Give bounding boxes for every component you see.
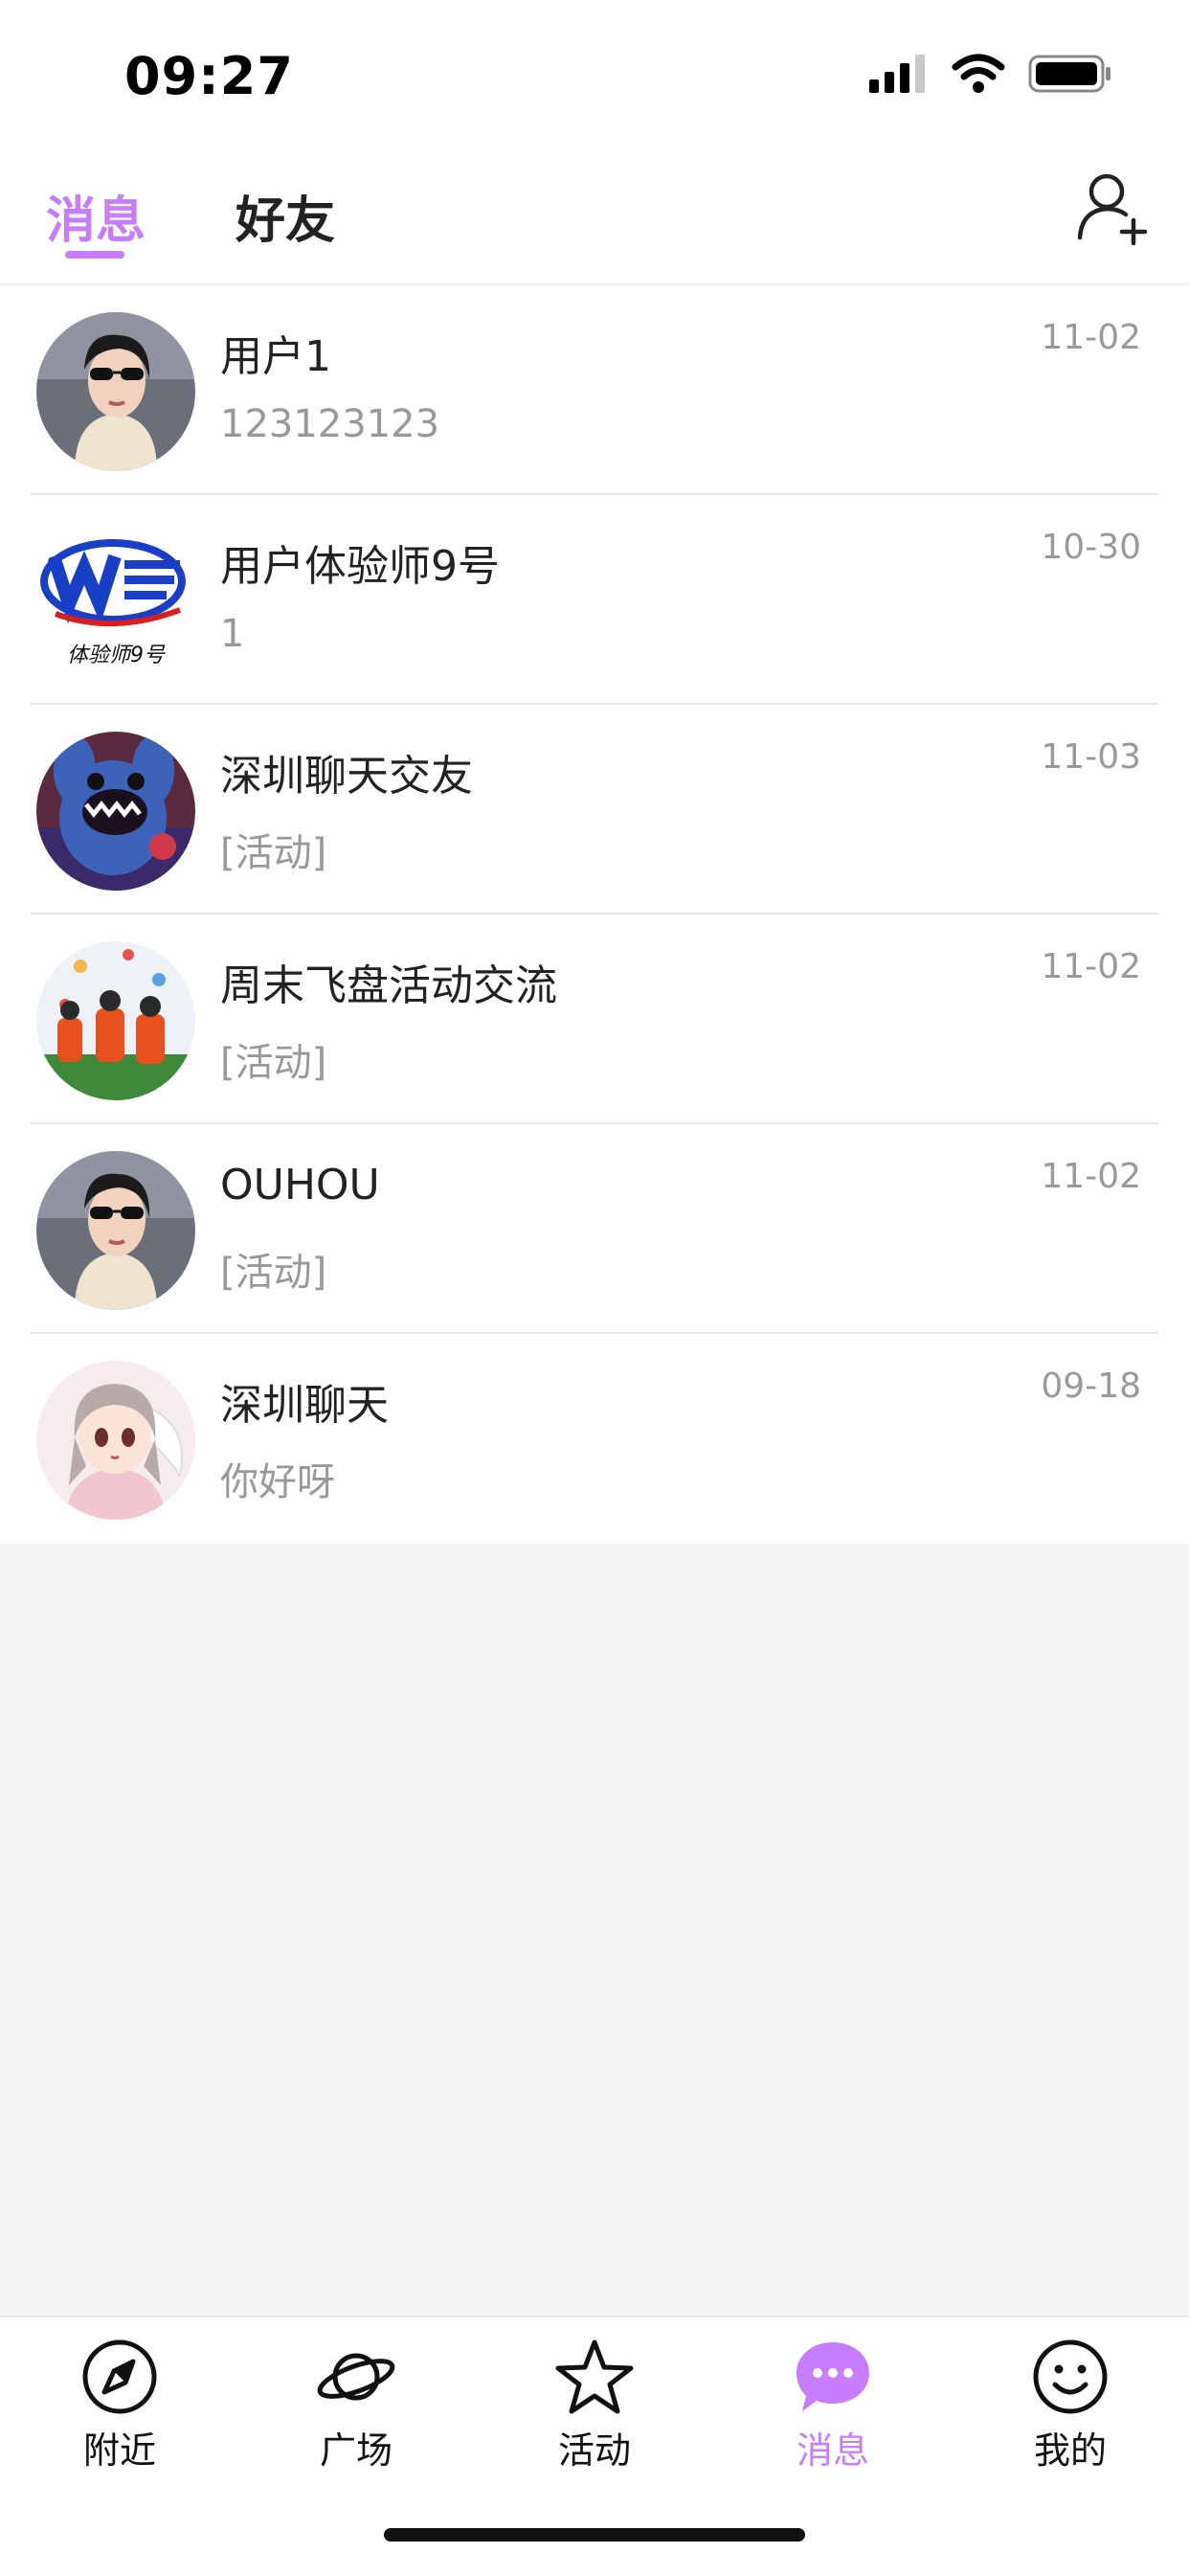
avatar [36,732,195,891]
conversation-item[interactable]: OUHOU [活动] 11-02 [0,1124,1189,1334]
tab-activities[interactable]: 活动 [518,2337,671,2474]
conversation-preview: 你好呀 [220,1460,335,1504]
svg-text:体验师9号: 体验师9号 [67,644,166,667]
status-time: 09:27 [124,46,294,106]
battery-icon [1028,55,1110,93]
status-icons [869,54,1112,94]
conversation-time: 10-30 [1041,528,1141,567]
conversation-list: 用户1 123123123 11-02 体验师9号 用户体验师9号 1 10-3… [0,285,1189,1544]
status-bar: 09:27 [0,0,1189,144]
conversation-preview: 123123123 [220,402,440,446]
tab-profile[interactable]: 我的 [994,2337,1147,2474]
conversation-name: 周末飞盘活动交流 [220,961,557,1010]
tab-square[interactable]: 广场 [280,2337,433,2474]
planet-icon [317,2353,395,2401]
avatar [36,1361,195,1520]
conversation-item[interactable]: 体验师9号 用户体验师9号 1 10-30 [0,495,1189,705]
top-navigation: 消息 好友 [0,144,1189,285]
conversation-name: 深圳聊天交友 [220,752,473,801]
tab-nearby[interactable]: 附近 [43,2337,196,2474]
wifi-icon [952,54,1005,93]
conversation-time: 11-02 [1041,318,1141,357]
conversation-name: 深圳聊天 [220,1381,389,1430]
smiley-icon [1033,2339,1108,2414]
tab-label: 我的 [1033,2429,1107,2472]
tab-label: 消息 [796,2429,869,2472]
chat-bubble-icon [796,2342,869,2411]
tab-label: 广场 [319,2429,393,2472]
tab-messages-bottom[interactable]: 消息 [756,2337,909,2474]
tab-label: 活动 [557,2429,631,2472]
conversation-time: 11-02 [1041,1157,1141,1196]
conversation-time: 11-02 [1041,947,1141,986]
tab-active-indicator [65,251,124,259]
avatar [36,312,195,471]
conversation-item[interactable]: 用户1 123123123 11-02 [0,285,1189,495]
avatar [36,1151,195,1310]
avatar: 体验师9号 [36,522,195,681]
conversation-time: 09-18 [1041,1367,1141,1406]
conversation-preview: [活动] [220,1041,327,1085]
conversation-time: 11-03 [1041,737,1141,777]
tab-friends[interactable]: 好友 [236,180,335,252]
conversation-item[interactable]: 深圳聊天 你好呀 09-18 [0,1334,1189,1544]
compass-icon [82,2339,157,2414]
conversation-name: 用户体验师9号 [220,542,500,591]
tab-messages[interactable]: 消息 [46,180,146,252]
conversation-item[interactable]: 周末飞盘活动交流 [活动] 11-02 [0,915,1189,1124]
conversation-item[interactable]: 深圳聊天交友 [活动] 11-03 [0,705,1189,915]
tab-label: 附近 [82,2429,156,2472]
conversation-preview: [活动] [220,1251,327,1295]
avatar [36,941,195,1100]
conversation-preview: [活动] [220,831,327,875]
cellular-signal-icon [869,55,925,93]
star-icon [555,2339,634,2414]
add-friend-icon[interactable] [1074,169,1151,245]
conversation-preview: 1 [220,612,245,656]
conversation-name: 用户1 [220,332,331,381]
home-indicator[interactable] [384,2528,805,2542]
conversation-name: OUHOU [220,1161,380,1209]
